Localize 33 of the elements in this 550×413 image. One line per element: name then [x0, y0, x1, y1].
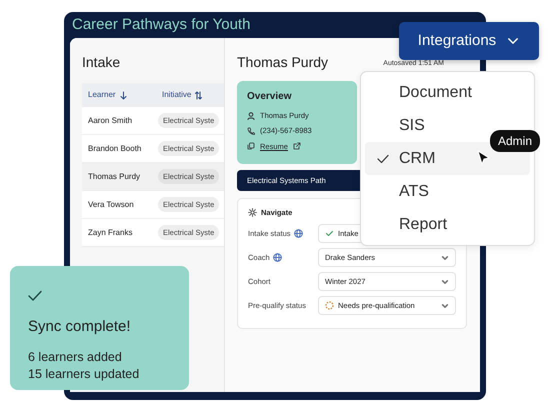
sun-icon: [248, 208, 257, 218]
chevron-down-icon: [441, 254, 449, 262]
chevron-down-icon: [441, 278, 449, 286]
learner-name: Aaron Smith: [88, 114, 132, 126]
globe-icon: [294, 229, 303, 238]
chevron-down-icon: [441, 302, 449, 310]
toast-title: Sync complete!: [28, 317, 132, 337]
learner-name: Vera Towson: [88, 198, 134, 210]
column-header[interactable]: Learner: [88, 89, 116, 101]
learner-name: Zayn Franks: [88, 226, 132, 238]
globe-icon: [272, 253, 282, 262]
cursor-icon: [477, 150, 491, 166]
check-icon: [377, 153, 389, 165]
check-icon: [325, 229, 334, 238]
external-link-icon: [292, 142, 301, 150]
integrations-button[interactable]: Integrations: [399, 22, 539, 60]
tooltip: Admin: [490, 130, 540, 152]
check-icon: [28, 290, 42, 302]
toast-message: 15 learners updated: [28, 366, 140, 382]
learner-name: Brandon Booth: [88, 142, 142, 154]
panel-title: Intake: [82, 53, 122, 72]
toast-message: 6 learners added: [28, 348, 123, 366]
dashed-circle-icon: [325, 301, 334, 310]
phone-icon: [247, 126, 255, 135]
column-header[interactable]: Initiative: [162, 89, 192, 101]
menu-item[interactable]: Report: [365, 208, 530, 241]
menu-item[interactable]: Document: [365, 76, 530, 109]
learner-name: Thomas Purdy: [88, 170, 140, 182]
window-title: Career Pathways for Youth: [71, 15, 252, 35]
card-title: Overview: [247, 90, 292, 104]
copy-icon: [247, 142, 255, 150]
person-icon: [247, 112, 255, 120]
learner-title: Thomas Purdy: [237, 53, 328, 72]
